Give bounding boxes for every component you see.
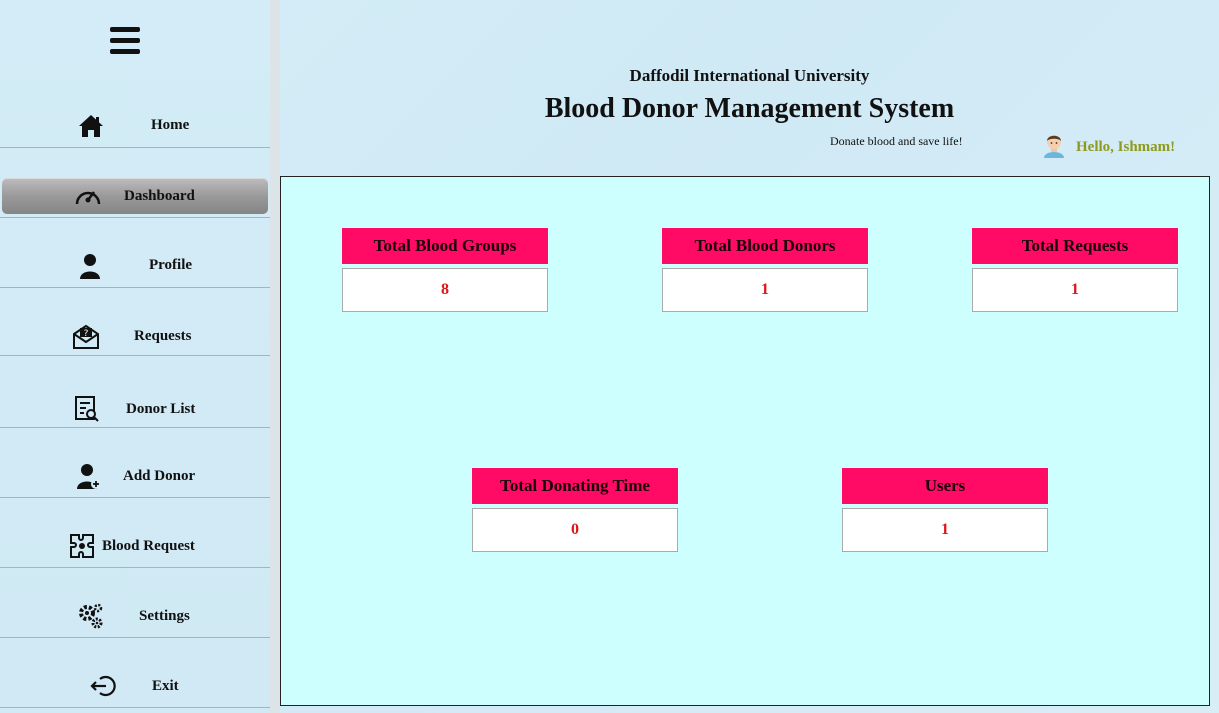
card-value: 1 (842, 508, 1048, 552)
list-search-icon (73, 395, 101, 423)
sidebar-item-label: Requests (134, 328, 192, 344)
card-title: Total Donating Time (472, 468, 678, 504)
gears-icon (77, 602, 105, 630)
card-value: 8 (342, 268, 548, 312)
hamburger-icon[interactable] (110, 27, 140, 55)
university-name: Daffodil International University (629, 66, 870, 85)
user-icon (76, 252, 104, 280)
stat-card-requests: Total Requests 1 (972, 228, 1178, 312)
sidebar-item-dashboard[interactable]: Dashboard (0, 175, 270, 218)
user-plus-icon (75, 462, 103, 490)
page-title: Blood Donor Management System (544, 93, 955, 124)
exit-icon (90, 672, 118, 700)
sidebar-item-label: Profile (149, 257, 193, 273)
sidebar-item-requests[interactable]: ? Requests (0, 288, 270, 356)
sidebar-border (270, 0, 280, 713)
header: Daffodil International University Blood … (280, 0, 1219, 176)
stat-card-blood-groups: Total Blood Groups 8 (342, 228, 548, 312)
sidebar-item-label: Blood Request (102, 538, 195, 554)
sidebar: Home Dashboard Profile ? Requests Donor … (0, 0, 270, 713)
sidebar-item-exit[interactable]: Exit (0, 638, 270, 708)
sidebar-item-label: Exit (152, 678, 179, 694)
sidebar-item-blood-request[interactable]: Blood Request (0, 498, 270, 568)
dashboard-panel: Total Blood Groups 8 Total Blood Donors … (280, 176, 1210, 706)
app-window: Home Dashboard Profile ? Requests Donor … (0, 0, 1219, 713)
stat-card-donating-time: Total Donating Time 0 (472, 468, 678, 552)
sidebar-item-label: Settings (139, 608, 190, 624)
sidebar-item-add-donor[interactable]: Add Donor (0, 428, 270, 498)
card-value: 0 (472, 508, 678, 552)
sidebar-item-settings[interactable]: Settings (0, 568, 270, 638)
speedometer-icon (74, 182, 102, 210)
sidebar-item-label: Dashboard (124, 188, 195, 204)
card-title: Total Requests (972, 228, 1178, 264)
tagline: Donate blood and save life! (830, 134, 963, 148)
card-title: Users (842, 468, 1048, 504)
card-title: Total Blood Groups (342, 228, 548, 264)
stat-card-users: Users 1 (842, 468, 1048, 552)
svg-text:?: ? (84, 329, 89, 339)
home-icon (77, 112, 105, 140)
card-title: Total Blood Donors (662, 228, 868, 264)
avatar (1042, 132, 1066, 163)
user-greeting: Hello, Ishmam! (1042, 132, 1175, 163)
sidebar-item-label: Add Donor (123, 468, 196, 484)
card-value: 1 (972, 268, 1178, 312)
greeting-text: Hello, Ishmam! (1076, 139, 1176, 155)
envelope-question-icon: ? (72, 323, 100, 351)
sidebar-item-profile[interactable]: Profile (0, 219, 270, 288)
sidebar-item-label: Home (151, 117, 190, 133)
sidebar-item-donor-list[interactable]: Donor List (0, 356, 270, 428)
sidebar-item-label: Donor List (126, 401, 196, 417)
sidebar-item-home[interactable]: Home (0, 79, 270, 148)
puzzle-icon (68, 532, 96, 560)
card-value: 1 (662, 268, 868, 312)
stat-card-blood-donors: Total Blood Donors 1 (662, 228, 868, 312)
